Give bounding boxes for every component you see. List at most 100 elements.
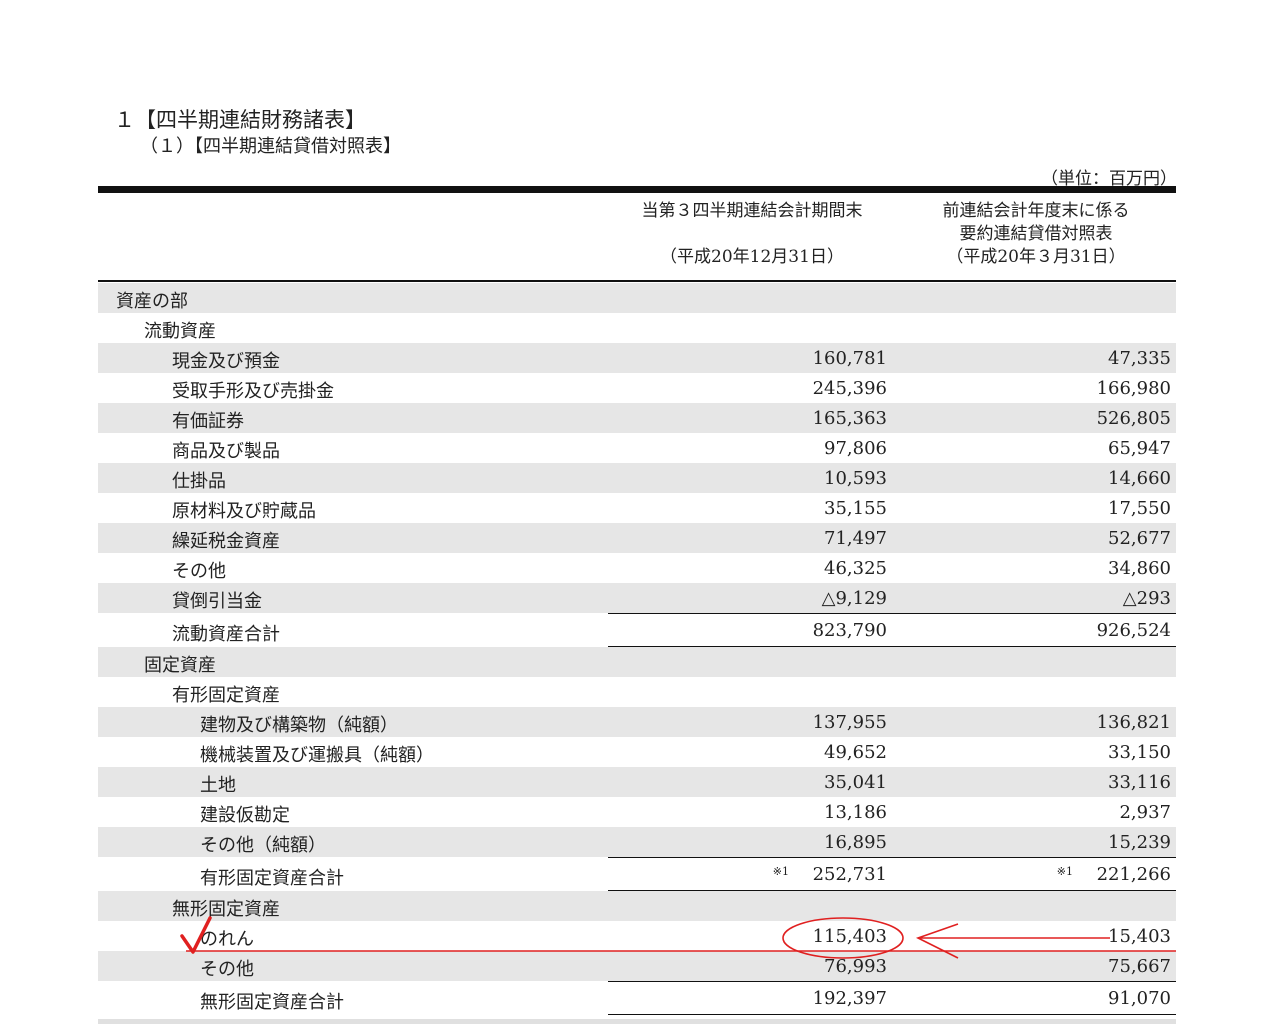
value-current: 13,186 [824,802,887,823]
table-row: 原材料及び貯蔵品 35,155 17,550 [98,493,1176,523]
table-row: 建設仮勘定 13,186 2,937 [98,797,1176,827]
value-previous: 75,667 [1108,956,1171,977]
header-previous-line-2: 要約連結貸借対照表 [959,224,1113,244]
row-label: 資産の部 [116,291,188,312]
value-current: 165,363 [812,408,887,429]
row-label: その他 [172,561,226,582]
balance-sheet-rows: 資産の部流動資産現金及び預金 160,781 47,335 受取手形及び売掛金 245,… [98,283,1176,1015]
table-row: 資産の部 [98,283,1176,313]
row-label: 有形固定資産 [172,685,280,706]
table-row: その他 76,993 75,667 [98,951,1176,981]
value-current: 76,993 [824,956,887,977]
table-row: 流動資産 [98,313,1176,343]
row-label: 貸倒引当金 [172,591,262,612]
table-row: その他（純額） 16,895 15,239 [98,827,1176,857]
value-previous: 15,403 [1108,926,1171,947]
row-label: のれん [200,929,254,950]
note-current: ※1 [772,865,789,878]
value-previous: 166,980 [1096,378,1171,399]
row-label: 商品及び製品 [172,441,280,462]
header-previous-period: 前連結会計年度末に係る 要約連結貸借対照表 （平成20年３月31日） [896,200,1176,269]
value-previous: 47,335 [1108,348,1171,369]
row-label: 有形固定資産合計 [200,868,344,889]
table-row: 有形固定資産 [98,677,1176,707]
value-current: 823,790 [812,620,887,641]
value-previous: 926,524 [1096,620,1171,641]
table-row: 仕掛品 10,593 14,660 [98,463,1176,493]
header-bottom-rule [98,280,1176,282]
value-current: 97,806 [824,438,887,459]
value-previous: 2,937 [1119,802,1171,823]
value-previous: 33,150 [1108,742,1171,763]
header-current-period: 当第３四半期連結会計期間末 （平成20年12月31日） [608,200,896,269]
table-row: 有形固定資産合計 ※1 ※1 252,731 221,266 [98,857,1176,891]
table-row: 貸倒引当金 △9,129 △293 [98,583,1176,613]
row-label: 流動資産 [144,321,216,342]
table-top-rule [98,186,1176,193]
value-previous: 136,821 [1096,712,1171,733]
value-current: 252,731 [812,864,887,885]
row-label: 現金及び預金 [172,351,280,372]
header-current-line-1: 当第３四半期連結会計期間末 [641,201,863,221]
note-previous: ※1 [1056,865,1073,878]
value-current: 115,403 [812,926,887,947]
table-row: 土地 35,041 33,116 [98,767,1176,797]
row-label: 固定資産 [144,655,216,676]
value-previous: 17,550 [1108,498,1171,519]
row-label: 建設仮勘定 [200,805,290,826]
table-row: 有価証券 165,363 526,805 [98,403,1176,433]
table-row: 無形固定資産合計 192,397 91,070 [98,981,1176,1015]
value-current: 35,155 [824,498,887,519]
row-label: 受取手形及び売掛金 [172,381,334,402]
header-previous-line-3: （平成20年３月31日） [946,247,1126,267]
value-previous: 221,266 [1096,864,1171,885]
row-label: 有価証券 [172,411,244,432]
row-label: 仕掛品 [172,471,226,492]
value-current: 35,041 [824,772,887,793]
row-label: 建物及び構築物（純額） [200,715,398,736]
value-current: 10,593 [824,468,887,489]
value-previous: 65,947 [1108,438,1171,459]
section-title: （１）【四半期連結貸借対照表】 [140,136,401,157]
row-label: 繰延税金資産 [172,531,280,552]
table-row: 受取手形及び売掛金 245,396 166,980 [98,373,1176,403]
header-previous-line-1: 前連結会計年度末に係る [942,201,1130,221]
header-current-line-3: （平成20年12月31日） [660,247,844,267]
value-current: 46,325 [824,558,887,579]
value-previous: △293 [1122,588,1171,609]
table-row: その他 46,325 34,860 [98,553,1176,583]
value-current: 192,397 [812,988,887,1009]
row-label: 流動資産合計 [172,624,280,645]
table-row: 現金及び預金 160,781 47,335 [98,343,1176,373]
table-row: 建物及び構築物（純額） 137,955 136,821 [98,707,1176,737]
value-current: △9,129 [821,588,887,609]
page-title: １【四半期連結財務諸表】 [114,108,366,132]
value-current: 160,781 [812,348,887,369]
value-current: 137,955 [812,712,887,733]
table-row: 機械装置及び運搬具（純額） 49,652 33,150 [98,737,1176,767]
value-current: 71,497 [824,528,887,549]
row-label: 土地 [200,775,236,796]
value-previous: 91,070 [1108,988,1171,1009]
row-label: 無形固定資産合計 [200,992,344,1013]
row-label: 無形固定資産 [172,899,280,920]
value-previous: 33,116 [1108,772,1171,793]
table-row: 固定資産 [98,647,1176,677]
value-previous: 526,805 [1096,408,1171,429]
row-label: 原材料及び貯蔵品 [172,501,316,522]
next-row-shade [98,1019,1176,1024]
table-row: 無形固定資産 [98,891,1176,921]
value-previous: 34,860 [1108,558,1171,579]
table-row: 繰延税金資産 71,497 52,677 [98,523,1176,553]
row-label: 機械装置及び運搬具（純額） [200,745,434,766]
header-current-line-2 [608,223,896,246]
table-row: 流動資産合計 823,790 926,524 [98,613,1176,647]
value-current: 49,652 [824,742,887,763]
value-current: 16,895 [824,832,887,853]
value-previous: 14,660 [1108,468,1171,489]
table-row: のれん 115,403 15,403 [98,921,1176,951]
value-previous: 52,677 [1108,528,1171,549]
row-label: その他 [200,959,254,980]
table-row: 商品及び製品 97,806 65,947 [98,433,1176,463]
value-current: 245,396 [812,378,887,399]
